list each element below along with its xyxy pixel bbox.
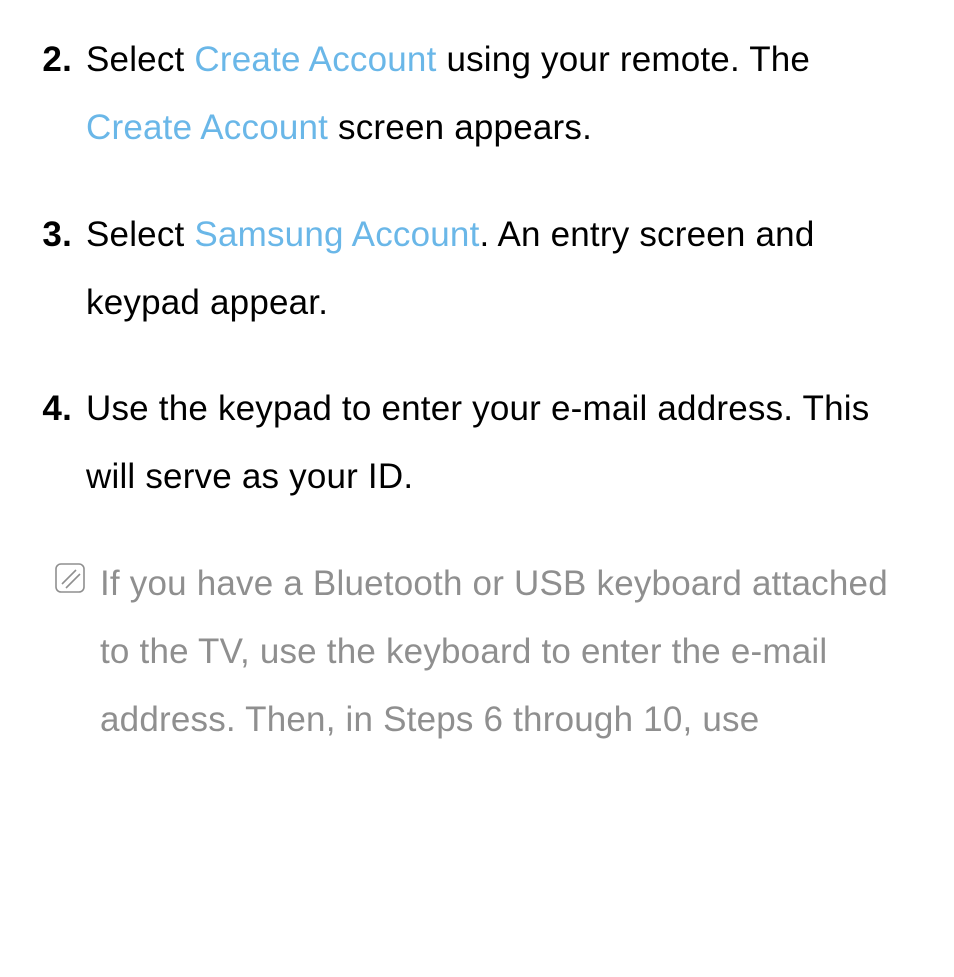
step-2: 2.Select Create Account using your remot… (40, 26, 914, 163)
step-3: 3.Select Samsung Account. An entry scree… (40, 201, 914, 338)
step-text: screen appears. (328, 108, 592, 147)
step-content: Select Samsung Account. An entry screen … (86, 201, 914, 338)
step-content: Use the keypad to enter your e-mail addr… (86, 375, 914, 512)
note-block: If you have a Bluetooth or USB keyboard … (40, 550, 914, 755)
highlight-term: Create Account (86, 108, 328, 147)
step-number: 4. (40, 375, 86, 512)
note-text: If you have a Bluetooth or USB keyboard … (100, 550, 914, 755)
step-4: 4.Use the keypad to enter your e-mail ad… (40, 375, 914, 512)
step-number: 2. (40, 26, 86, 163)
note-icon (40, 550, 100, 755)
step-text: Use the keypad to enter your e-mail addr… (86, 389, 869, 496)
step-content: Select Create Account using your remote.… (86, 26, 914, 163)
highlight-term: Samsung Account (194, 215, 479, 254)
step-number: 3. (40, 201, 86, 338)
step-text: Select (86, 40, 194, 79)
highlight-term: Create Account (194, 40, 436, 79)
step-text: Select (86, 215, 194, 254)
step-text: using your remote. The (437, 40, 811, 79)
